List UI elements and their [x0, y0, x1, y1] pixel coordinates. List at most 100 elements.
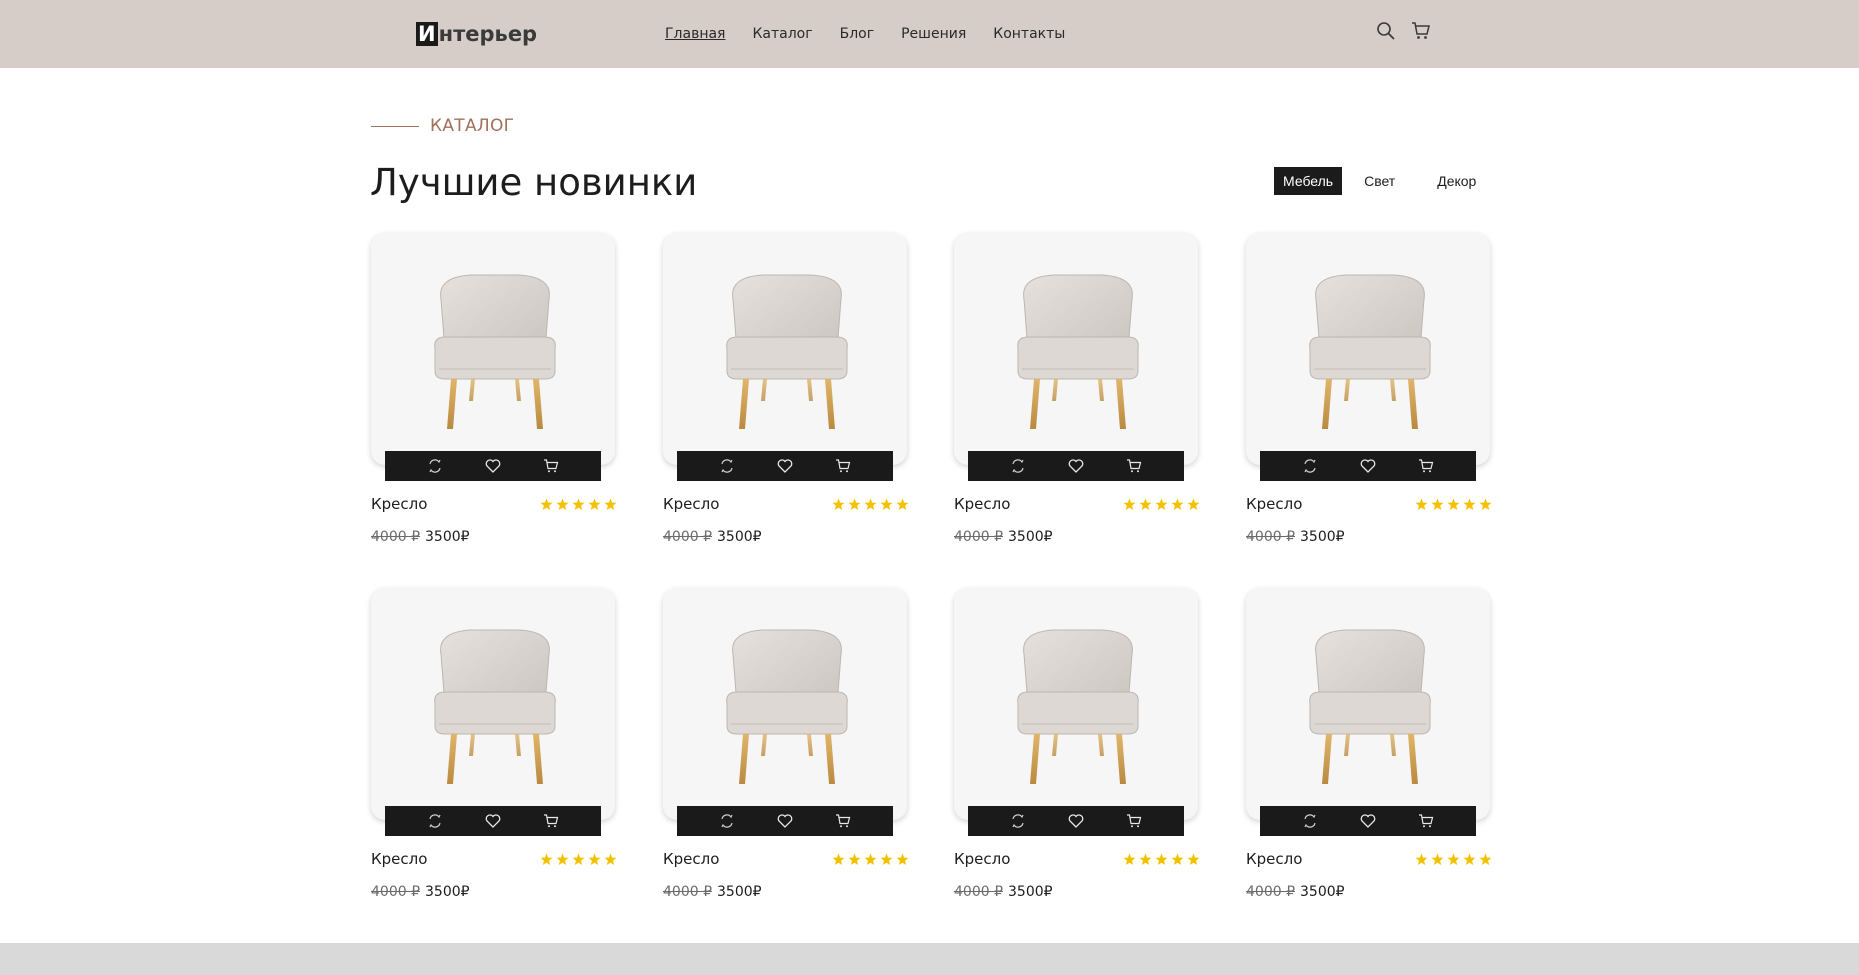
armchair-image [1309, 274, 1431, 429]
heart-icon[interactable] [484, 812, 502, 830]
rating-stars [540, 498, 617, 511]
nav-blog[interactable]: Блог [840, 26, 874, 42]
product-image[interactable] [954, 233, 1198, 465]
product-name: Кресло [954, 495, 1011, 513]
cart-icon[interactable] [1125, 812, 1143, 830]
product-image[interactable] [371, 588, 615, 820]
old-price: 4000 ₽ [954, 884, 1003, 900]
compare-icon[interactable] [1009, 812, 1027, 830]
product-image[interactable] [371, 233, 615, 465]
old-price: 4000 ₽ [954, 529, 1003, 545]
section-label-line [371, 125, 419, 127]
product-name: Кресло [371, 495, 428, 513]
star-icon [880, 498, 893, 510]
main-nav: Главная Каталог Блог Решения Контакты [665, 26, 1092, 42]
heart-icon[interactable] [776, 812, 794, 830]
cart-icon[interactable] [1411, 21, 1431, 41]
product-name: Кресло [371, 850, 428, 868]
star-icon [540, 853, 553, 865]
heart-icon[interactable] [1067, 812, 1085, 830]
filter-light[interactable]: Свет [1355, 167, 1404, 195]
rating-stars [1123, 853, 1200, 866]
star-icon [1187, 853, 1200, 865]
armchair-image [726, 629, 848, 784]
star-icon [1479, 498, 1492, 510]
current-price: 3500₽ [717, 884, 762, 900]
star-icon [1171, 498, 1184, 510]
star-icon [880, 853, 893, 865]
armchair-image [1017, 629, 1139, 784]
product-image[interactable] [663, 588, 907, 820]
nav-home[interactable]: Главная [665, 26, 725, 42]
heart-icon[interactable] [1359, 457, 1377, 475]
product-image[interactable] [663, 233, 907, 465]
cart-icon[interactable] [834, 812, 852, 830]
compare-icon[interactable] [718, 457, 736, 475]
cart-icon[interactable] [542, 812, 560, 830]
cart-icon[interactable] [1417, 812, 1435, 830]
product-actions [968, 451, 1184, 481]
search-icon[interactable] [1376, 21, 1396, 41]
compare-icon[interactable] [1301, 457, 1319, 475]
rating-stars [832, 853, 909, 866]
armchair-image [726, 274, 848, 429]
nav-solutions[interactable]: Решения [901, 26, 966, 42]
product-actions [385, 451, 601, 481]
heart-icon[interactable] [776, 457, 794, 475]
nav-catalog[interactable]: Каталог [752, 26, 812, 42]
star-icon [1171, 853, 1184, 865]
current-price: 3500₽ [1300, 884, 1345, 900]
product-actions [1260, 806, 1476, 836]
star-icon [1139, 498, 1152, 510]
product-image[interactable] [1246, 588, 1490, 820]
filter-furniture[interactable]: Мебель [1274, 167, 1343, 195]
product-price: 4000 ₽ 3500₽ [954, 529, 1053, 545]
current-price: 3500₽ [1008, 529, 1053, 545]
cart-icon[interactable] [834, 457, 852, 475]
cart-icon[interactable] [542, 457, 560, 475]
heart-icon[interactable] [1359, 812, 1377, 830]
star-icon [1187, 498, 1200, 510]
product-name: Кресло [663, 495, 720, 513]
star-icon [1155, 498, 1168, 510]
product-image[interactable] [1246, 233, 1490, 465]
cart-icon[interactable] [1125, 457, 1143, 475]
armchair-image [434, 629, 556, 784]
old-price: 4000 ₽ [371, 884, 420, 900]
heart-icon[interactable] [484, 457, 502, 475]
cart-icon[interactable] [1417, 457, 1435, 475]
compare-icon[interactable] [426, 812, 444, 830]
star-icon [1139, 853, 1152, 865]
star-icon [896, 853, 909, 865]
section-label: КАТАЛОГ [371, 116, 514, 136]
category-filters: Мебель Свет Декор [1274, 167, 1485, 195]
armchair-image [1017, 274, 1139, 429]
heart-icon[interactable] [1067, 457, 1085, 475]
section-label-text: КАТАЛОГ [430, 116, 515, 136]
star-icon [572, 853, 585, 865]
star-icon [1479, 853, 1492, 865]
star-icon [540, 498, 553, 510]
logo[interactable]: Интерьер [416, 20, 537, 48]
star-icon [1431, 498, 1444, 510]
product-image[interactable] [954, 588, 1198, 820]
product-price: 4000 ₽ 3500₽ [1246, 529, 1345, 545]
filter-decor[interactable]: Декор [1428, 167, 1485, 195]
compare-icon[interactable] [718, 812, 736, 830]
product-price: 4000 ₽ 3500₽ [954, 884, 1053, 900]
star-icon [556, 498, 569, 510]
star-icon [896, 498, 909, 510]
product-actions [385, 806, 601, 836]
compare-icon[interactable] [1009, 457, 1027, 475]
current-price: 3500₽ [1008, 884, 1053, 900]
star-icon [604, 498, 617, 510]
star-icon [1447, 853, 1460, 865]
rating-stars [540, 853, 617, 866]
rating-stars [832, 498, 909, 511]
current-price: 3500₽ [425, 529, 470, 545]
nav-contacts[interactable]: Контакты [993, 26, 1065, 42]
product-actions [1260, 451, 1476, 481]
compare-icon[interactable] [1301, 812, 1319, 830]
compare-icon[interactable] [426, 457, 444, 475]
product-name: Кресло [663, 850, 720, 868]
